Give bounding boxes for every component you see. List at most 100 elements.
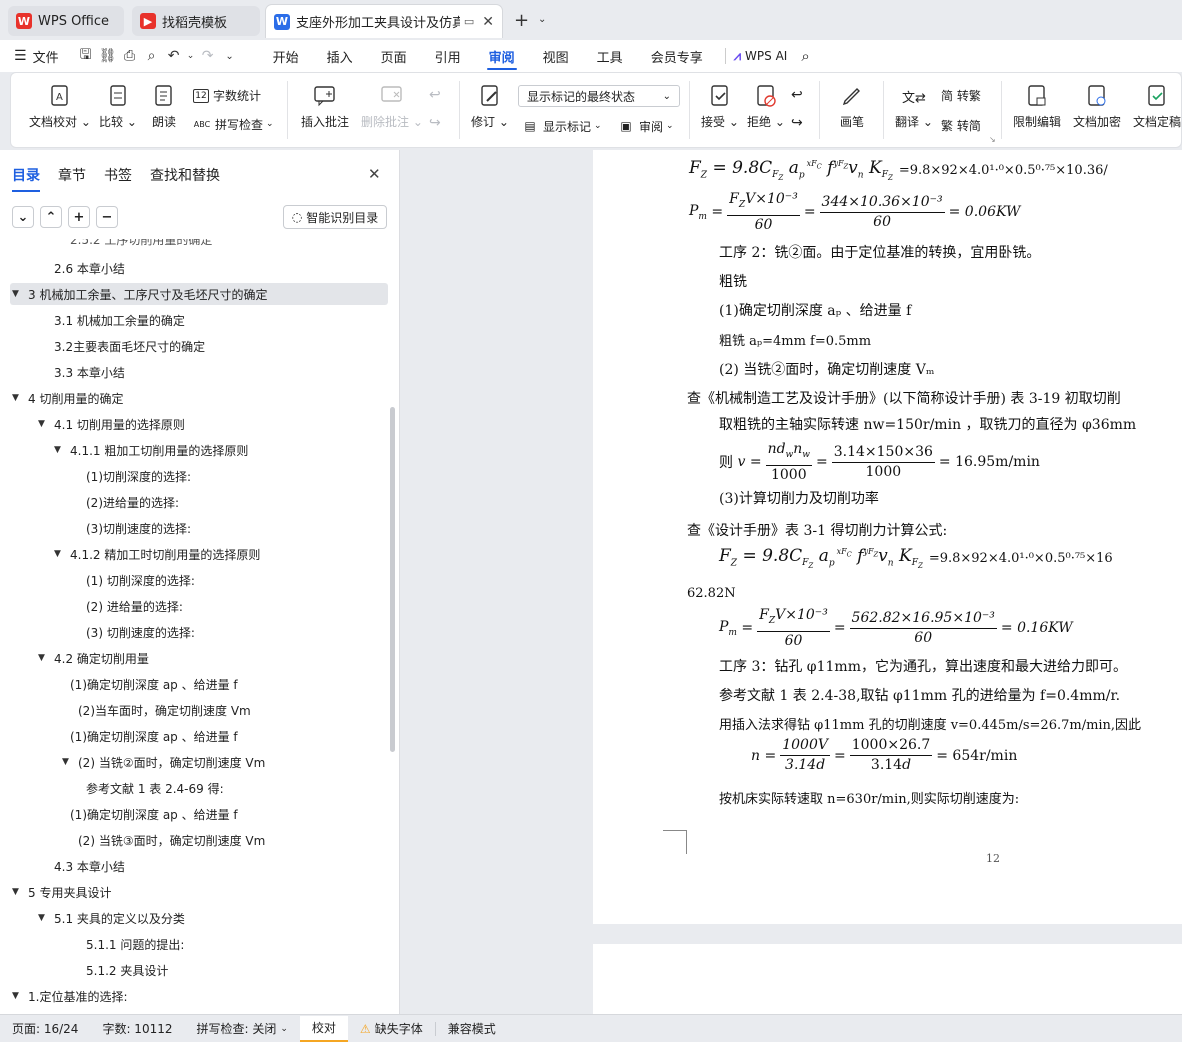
more-chevron-icon[interactable]: ⌄ bbox=[219, 45, 241, 67]
next-change-icon[interactable]: ↪ bbox=[791, 115, 803, 131]
menu-insert[interactable]: 插入 bbox=[313, 40, 367, 72]
panel-scrollbar[interactable] bbox=[390, 407, 395, 752]
undo-dropdown-icon[interactable]: ⌄ bbox=[185, 45, 197, 67]
expand-caret-icon[interactable]: ▼ bbox=[12, 289, 19, 299]
spell-check-status[interactable]: 拼写检查: 关闭 ⌄ bbox=[185, 1020, 300, 1037]
new-tab-plus-icon[interactable]: + bbox=[514, 10, 529, 31]
toc-item[interactable]: ▼ 4 切削用量的确定 bbox=[10, 387, 388, 409]
collapse-up-button[interactable]: ⌃ bbox=[40, 206, 62, 228]
toc-item[interactable]: (1)确定切削深度 ap 、给进量 f bbox=[10, 803, 388, 825]
toc-item[interactable]: (2) 当铣③面时，确定切削速度 Vm bbox=[10, 829, 388, 851]
screen-icon[interactable]: ▭ bbox=[464, 15, 474, 28]
file-menu[interactable]: 文件 bbox=[33, 47, 59, 66]
expand-caret-icon[interactable]: ▼ bbox=[54, 549, 61, 559]
toc-item[interactable]: (1)确定切削深度 ap 、给进量 f bbox=[10, 725, 388, 747]
word-count-indicator[interactable]: 字数: 10112 bbox=[90, 1020, 184, 1037]
smart-toc-button[interactable]: ◌ 智能识别目录 bbox=[283, 205, 387, 229]
finalize-doc-button[interactable]: 文档定稿 bbox=[1133, 83, 1181, 130]
tab-find-replace[interactable]: 查找和替换 bbox=[150, 165, 220, 185]
hamburger-icon[interactable]: ☰ bbox=[14, 48, 27, 64]
toc-item[interactable]: ▼ 5 专用夹具设计 bbox=[10, 881, 388, 903]
search-icon[interactable]: ⌕ bbox=[801, 47, 809, 65]
chevron-down-icon[interactable]: ⌄ bbox=[538, 14, 546, 25]
toc-item[interactable]: ▼ 1.定位基准的选择: bbox=[10, 985, 388, 1007]
collapse-down-button[interactable]: ⌄ bbox=[12, 206, 34, 228]
toc-item[interactable]: 4.3 本章小结 bbox=[10, 855, 388, 877]
toc-item[interactable]: ▼ 3 机械加工余量、工序尺寸及毛坯尺寸的确定 bbox=[10, 283, 388, 305]
toc-item[interactable]: (3)切削速度的选择: bbox=[10, 517, 388, 539]
toc-item[interactable]: ▼ 5.1 夹具的定义以及分类 bbox=[10, 907, 388, 929]
compare-button[interactable]: 比较 ⌄ bbox=[99, 83, 137, 130]
read-aloud-button[interactable]: 朗读 bbox=[151, 83, 177, 130]
previous-comment-icon[interactable]: ↩ bbox=[429, 87, 441, 103]
menu-membership[interactable]: 会员专享 bbox=[637, 40, 717, 72]
expand-caret-icon[interactable]: ▼ bbox=[12, 991, 19, 1001]
expand-corner-icon[interactable]: ↘ bbox=[989, 135, 996, 144]
toc-item[interactable]: ▼ (2) 当铣②面时，确定切削速度 Vm bbox=[10, 751, 388, 773]
toc-item[interactable]: 3.2主要表面毛坯尺寸的确定 bbox=[10, 335, 388, 357]
undo-icon[interactable]: ↶ bbox=[163, 45, 185, 67]
page-indicator[interactable]: 页面: 16/24 bbox=[0, 1020, 90, 1037]
expand-caret-icon[interactable]: ▼ bbox=[38, 419, 45, 429]
proof-status[interactable]: 校对 bbox=[299, 1015, 348, 1042]
redo-icon[interactable]: ↷ bbox=[197, 45, 219, 67]
toc-item[interactable]: (2)进给量的选择: bbox=[10, 491, 388, 513]
toc-item[interactable]: 3.1 机械加工余量的确定 bbox=[10, 309, 388, 331]
expand-caret-icon[interactable]: ▼ bbox=[38, 653, 45, 663]
tab-wps-office[interactable]: W WPS Office bbox=[8, 6, 124, 36]
expand-caret-icon[interactable]: ▼ bbox=[12, 887, 19, 897]
track-changes-button[interactable]: 修订 ⌄ bbox=[471, 83, 509, 130]
missing-font-status[interactable]: ⚠ 缺失字体 bbox=[348, 1020, 435, 1037]
toc-item[interactable]: ▼ 4.2 确定切削用量 bbox=[10, 647, 388, 669]
menu-view[interactable]: 视图 bbox=[529, 40, 583, 72]
toc-item[interactable]: (1) 切削深度的选择: bbox=[10, 569, 388, 591]
tab-document[interactable]: W 支座外形加工夹具设计及仿真 ▭ ✕ bbox=[265, 4, 503, 38]
menu-review[interactable]: 审阅 bbox=[475, 40, 529, 72]
expand-caret-icon[interactable]: ▼ bbox=[12, 393, 19, 403]
expand-caret-icon[interactable]: ▼ bbox=[62, 757, 69, 767]
print-preview-icon[interactable]: ⌕ bbox=[141, 45, 163, 67]
toc-item[interactable]: 3.3 本章小结 bbox=[10, 361, 388, 383]
tab-toc[interactable]: 目录 bbox=[12, 165, 40, 192]
next-comment-icon[interactable]: ↪ bbox=[429, 115, 441, 131]
menu-tools[interactable]: 工具 bbox=[583, 40, 637, 72]
encrypt-doc-button[interactable]: 文档加密 bbox=[1073, 83, 1121, 130]
word-count-button[interactable]: 12 字数统计 bbox=[193, 87, 261, 104]
tab-chapters[interactable]: 章节 bbox=[58, 165, 86, 185]
expand-caret-icon[interactable]: ▼ bbox=[38, 913, 45, 923]
spell-check-button[interactable]: ABC 拼写检查 ⌄ bbox=[193, 115, 274, 133]
toc-item[interactable]: (1)确定切削深度 ap 、给进量 f bbox=[10, 673, 388, 695]
pen-button[interactable]: 画笔 bbox=[839, 83, 865, 130]
toc-item[interactable]: ▼ 4.1.2 精加工时切削用量的选择原则 bbox=[10, 543, 388, 565]
insert-comment-button[interactable]: 插入批注 bbox=[301, 83, 349, 130]
toc-item[interactable]: 5.1.2 夹具设计 bbox=[10, 959, 388, 981]
close-panel-icon[interactable]: ✕ bbox=[368, 165, 381, 183]
tab-bookmarks[interactable]: 书签 bbox=[104, 165, 132, 185]
toc-item[interactable]: ▼ 4.1 切削用量的选择原则 bbox=[10, 413, 388, 435]
translate-button[interactable]: 文⇄ 翻译 ⌄ bbox=[895, 83, 933, 130]
proofread-button[interactable]: A 文档校对 ⌄ bbox=[29, 83, 91, 130]
delete-comment-button[interactable]: 删除批注 ⌄ bbox=[361, 83, 423, 130]
toc-item[interactable]: 2.6 本章小结 bbox=[10, 257, 388, 279]
toc-item[interactable]: (1)切削深度的选择: bbox=[10, 465, 388, 487]
accept-button[interactable]: 接受 ⌄ bbox=[701, 83, 739, 130]
close-tab-icon[interactable]: ✕ bbox=[482, 14, 494, 30]
reject-button[interactable]: 拒绝 ⌄ bbox=[747, 83, 785, 130]
toc-item[interactable]: 参考文献 1 表 2.4-69 得: bbox=[10, 777, 388, 799]
menu-home[interactable]: 开始 bbox=[259, 40, 313, 72]
link-icon[interactable]: ⛓ bbox=[97, 45, 119, 67]
print-icon[interactable]: ⎙ bbox=[119, 45, 141, 67]
toc-item[interactable]: 5.1.1 问题的提出: bbox=[10, 933, 388, 955]
review-pane-button[interactable]: ▣ 审阅 ⌄ bbox=[617, 117, 673, 135]
remove-heading-button[interactable]: − bbox=[96, 206, 118, 228]
toc-item[interactable]: (3) 切削速度的选择: bbox=[10, 621, 388, 643]
to-simplified-button[interactable]: 繁 转简 bbox=[941, 117, 981, 134]
tab-docer[interactable]: ▶ 找稻壳模板 bbox=[132, 6, 260, 36]
toc-item[interactable]: ▼ 4.1.1 粗加工切削用量的选择原则 bbox=[10, 439, 388, 461]
restrict-edit-button[interactable]: 限制编辑 bbox=[1013, 83, 1061, 130]
save-icon[interactable]: 🖫 bbox=[75, 45, 97, 67]
toc-item[interactable]: (2)当车面时，确定切削速度 Vm bbox=[10, 699, 388, 721]
toc-item[interactable]: (2) 进给量的选择: bbox=[10, 595, 388, 617]
previous-change-icon[interactable]: ↩ bbox=[791, 87, 803, 103]
expand-caret-icon[interactable]: ▼ bbox=[54, 445, 61, 455]
